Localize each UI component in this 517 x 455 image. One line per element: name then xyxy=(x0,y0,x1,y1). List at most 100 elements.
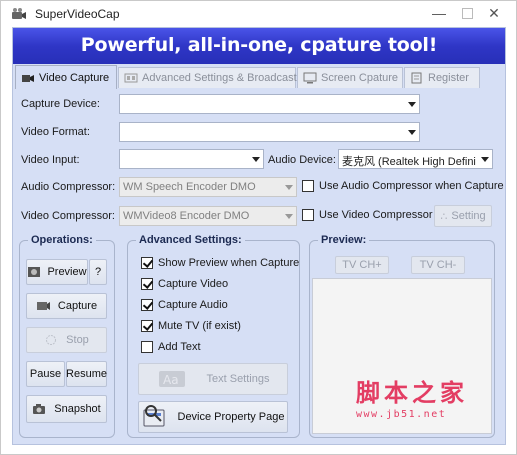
capture-device-select[interactable] xyxy=(119,94,420,114)
setting-button[interactable]: ∴ Setting xyxy=(434,205,492,227)
add-text-label: Add Text xyxy=(158,341,201,353)
tab-bar: Video Capture Advanced Settings & Broadc… xyxy=(13,65,505,89)
stop-icon xyxy=(44,334,58,346)
capture-audio-label: Capture Audio xyxy=(158,299,228,311)
minimize-icon[interactable]: — xyxy=(426,3,452,23)
help-button[interactable]: ? xyxy=(89,259,107,285)
film-icon xyxy=(124,72,138,84)
checkbox-box[interactable] xyxy=(141,278,153,290)
preview-icon xyxy=(27,266,41,278)
resume-button[interactable]: Resume xyxy=(66,361,107,387)
video-format-select[interactable] xyxy=(119,122,420,142)
text-settings-button[interactable]: Aa Text Settings xyxy=(138,363,288,395)
use-video-compressor-checkbox[interactable]: Use Video Compressor xyxy=(302,209,433,221)
capture-audio-checkbox[interactable]: Capture Audio xyxy=(141,299,228,311)
device-property-icon xyxy=(142,404,172,430)
setting-button-label: Setting xyxy=(451,210,486,222)
advanced-settings-group: Advanced Settings: Show Preview when Cap… xyxy=(127,234,300,438)
audio-device-label: Audio Device: xyxy=(268,154,336,166)
show-preview-label: Show Preview when Capture xyxy=(158,257,300,269)
operations-group: Operations: Preview ? Capture Stop Pause… xyxy=(19,234,115,438)
capture-video-label: Capture Video xyxy=(158,278,229,290)
banner-text: Powerful, all-in-one, cpature tool! xyxy=(80,34,438,56)
tab-video-capture[interactable]: Video Capture xyxy=(15,65,117,89)
mute-tv-checkbox[interactable]: Mute TV (if exist) xyxy=(141,320,241,332)
register-icon xyxy=(410,72,424,84)
resume-label: Resume xyxy=(66,368,107,380)
banner: Powerful, all-in-one, cpature tool! xyxy=(13,28,505,64)
use-audio-compressor-label: Use Audio Compressor when Capture xyxy=(319,180,504,192)
title-bar: SuperVideoCap — ✕ xyxy=(1,1,516,27)
mute-tv-label: Mute TV (if exist) xyxy=(158,320,241,332)
operations-title: Operations: xyxy=(28,234,96,246)
dots-icon: ∴ xyxy=(440,210,448,223)
tab-label: Video Capture xyxy=(39,71,110,84)
add-text-checkbox[interactable]: Add Text xyxy=(141,341,201,353)
chevron-down-icon xyxy=(252,157,260,162)
watermark-url: www.jb51.net xyxy=(356,409,447,420)
text-settings-label: Text Settings xyxy=(206,373,270,385)
video-compressor-label: Video Compressor: xyxy=(21,210,115,222)
video-input-select[interactable] xyxy=(119,149,264,169)
capture-video-checkbox[interactable]: Capture Video xyxy=(141,278,228,290)
camera-icon xyxy=(32,403,46,415)
tab-register[interactable]: Register xyxy=(404,67,480,88)
snapshot-label: Snapshot xyxy=(54,403,101,415)
audio-device-select[interactable]: 麦克风 (Realtek High Defini xyxy=(338,149,493,169)
checkbox-box[interactable] xyxy=(141,299,153,311)
app-window: SuperVideoCap — ✕ Powerful, all-in-one, … xyxy=(0,0,517,455)
maximize-icon[interactable] xyxy=(454,3,480,23)
tab-label: Advanced Settings & Broadcast xyxy=(142,72,297,84)
watermark: 脚本之家 www.jb51.net xyxy=(356,373,468,420)
show-preview-checkbox[interactable]: Show Preview when Capture xyxy=(141,257,299,269)
video-icon xyxy=(21,72,35,84)
device-property-label: Device Property Page xyxy=(177,411,285,423)
use-audio-compressor-checkbox[interactable]: Use Audio Compressor when Capture xyxy=(302,180,504,192)
chevron-down-icon xyxy=(285,185,293,190)
tab-label: Register xyxy=(428,72,469,84)
audio-compressor-value: WM Speech Encoder DMO xyxy=(123,181,256,193)
pause-label: Pause xyxy=(29,368,62,380)
preview-button[interactable]: Preview xyxy=(26,259,88,285)
tv-channel-up-button[interactable]: TV CH+ xyxy=(335,256,389,274)
checkbox-box[interactable] xyxy=(302,180,314,192)
audio-compressor-label: Audio Compressor: xyxy=(21,181,116,193)
film-icon xyxy=(36,300,50,312)
tab-label: Screen Cpature xyxy=(321,72,399,84)
camera-app-icon xyxy=(11,7,27,21)
watermark-title: 脚本之家 xyxy=(356,378,468,407)
chevron-down-icon xyxy=(408,102,416,107)
stop-label: Stop xyxy=(66,334,89,346)
audio-compressor-select[interactable]: WM Speech Encoder DMO xyxy=(119,177,297,197)
close-icon[interactable]: ✕ xyxy=(481,3,507,23)
monitor-icon xyxy=(303,72,317,84)
device-property-button[interactable]: Device Property Page xyxy=(138,401,288,433)
tab-advanced-settings[interactable]: Advanced Settings & Broadcast xyxy=(118,67,297,88)
tv-channel-down-button[interactable]: TV CH- xyxy=(411,256,465,274)
chevron-down-icon xyxy=(408,130,416,135)
window-title: SuperVideoCap xyxy=(35,7,120,21)
tv-channel-up-label: TV CH+ xyxy=(342,259,382,271)
checkbox-box[interactable] xyxy=(141,320,153,332)
use-video-compressor-label: Use Video Compressor xyxy=(319,209,433,221)
preview-label: Preview xyxy=(47,266,87,278)
help-label: ? xyxy=(94,266,102,278)
video-format-label: Video Format: xyxy=(21,126,90,138)
chevron-down-icon xyxy=(285,214,293,219)
capture-label: Capture xyxy=(57,300,98,312)
video-compressor-value: WMVideo8 Encoder DMO xyxy=(123,210,250,222)
pause-button[interactable]: Pause xyxy=(26,361,65,387)
tab-screen-capture[interactable]: Screen Cpature xyxy=(297,67,403,88)
video-input-label: Video Input: xyxy=(21,154,80,166)
capture-device-label: Capture Device: xyxy=(21,98,100,110)
video-compressor-select[interactable]: WMVideo8 Encoder DMO xyxy=(119,206,297,226)
chevron-down-icon xyxy=(481,157,489,162)
snapshot-button[interactable]: Snapshot xyxy=(26,395,107,423)
stop-button[interactable]: Stop xyxy=(26,327,107,353)
checkbox-box[interactable] xyxy=(302,209,314,221)
preview-title: Preview: xyxy=(318,234,370,246)
checkbox-box[interactable] xyxy=(141,341,153,353)
capture-button[interactable]: Capture xyxy=(26,293,107,319)
svg-text:Aa: Aa xyxy=(163,373,179,387)
checkbox-box[interactable] xyxy=(141,257,153,269)
